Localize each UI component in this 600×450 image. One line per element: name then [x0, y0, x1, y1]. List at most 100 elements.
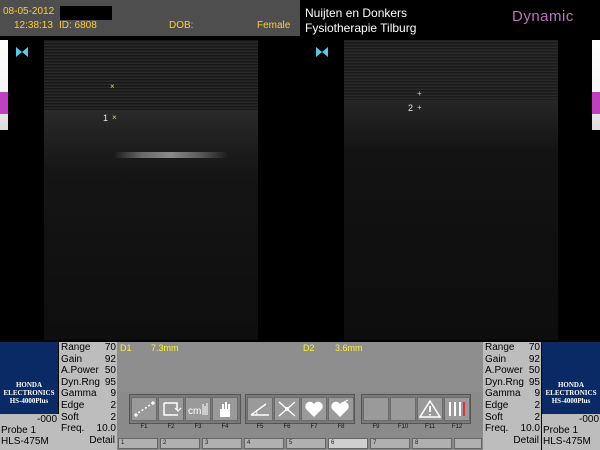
left-param-row: Gamma 9 [59, 388, 117, 400]
trace-area-button[interactable] [158, 397, 184, 421]
d1-value: 7.3mm [151, 343, 179, 353]
right-probe-model: HLS-475M [543, 436, 591, 447]
left-probe-offset: -000 [36, 414, 57, 425]
heart-measure-button[interactable] [301, 397, 327, 421]
left-ultrasound-image[interactable]: × 1 × [44, 40, 258, 340]
tab-1-label: 1 [121, 440, 125, 446]
tab-4[interactable]: 4 [244, 438, 284, 449]
left-param-name: Dyn.Rng [61, 376, 100, 388]
caliper-1-top[interactable]: × [110, 83, 115, 91]
right-greyscale-bar [592, 40, 600, 130]
cross-lines-icon [278, 401, 296, 417]
left-param-name: Edge [61, 399, 85, 411]
right-param-value: 9 [534, 388, 540, 400]
settings-tools-button[interactable] [444, 397, 470, 421]
brand-logo: Dynamic [512, 8, 574, 25]
hand-tool-button[interactable] [212, 397, 238, 421]
left-maker-line2: ELECTRONICS [3, 389, 55, 397]
left-model: HS-4000Plus [9, 397, 49, 405]
f10-label: F10 [397, 424, 409, 430]
right-param-name: Gamma [485, 388, 521, 400]
tab-5-label: 5 [289, 440, 293, 446]
left-param-value: 2 [110, 411, 116, 423]
tab-8[interactable]: 8 [412, 438, 452, 449]
tab-more[interactable] [454, 438, 482, 449]
tab-7[interactable]: 7 [370, 438, 410, 449]
tab-2-label: 2 [163, 440, 167, 446]
tab-3[interactable]: 3 [202, 438, 242, 449]
tools-icon [449, 402, 465, 416]
caliper-distance-button[interactable] [131, 397, 157, 421]
f11-label: F11 [425, 424, 435, 430]
left-params-panel: Range 70 Gain 92 A.Power 50 Dyn.Rng 95 Gamma 9 Edg… [59, 342, 117, 450]
tab-8-label: 8 [415, 440, 419, 446]
tab-6[interactable]: 6 [328, 438, 368, 449]
left-maker-line1: HONDA [15, 381, 43, 389]
cross-tool-button[interactable] [274, 397, 300, 421]
f6-label: F6 [283, 424, 291, 430]
patient-sex: Female [257, 20, 291, 31]
left-orientation-icon[interactable] [16, 44, 28, 62]
f10-button[interactable] [390, 397, 416, 421]
right-param-value: 2 [534, 411, 540, 423]
left-param-name: Gain [61, 353, 83, 365]
measure-cm-button[interactable]: cm [185, 397, 211, 421]
left-probe-info: -000 Probe 1 HLS-475M [0, 414, 59, 450]
angle-tool-button[interactable] [247, 397, 273, 421]
right-param-value: 95 [528, 376, 540, 388]
left-param-row: Freq. 10.0 [59, 423, 117, 435]
caliper-1-bottom[interactable]: × [112, 114, 117, 122]
right-param-row: Gain 92 [483, 354, 541, 366]
right-param-name: Dyn.Rng [485, 376, 524, 388]
right-param-row: A.Power 50 [483, 365, 541, 377]
right-param-row: Range 70 [483, 342, 541, 354]
left-param-name: Range [61, 342, 91, 353]
f9-button[interactable] [363, 397, 389, 421]
left-param-value: 9 [110, 388, 116, 400]
patient-name-redacted [60, 6, 112, 20]
clinic-name-line2: Fysiotherapie Tilburg [305, 21, 417, 35]
right-ultrasound-image[interactable]: + 2 + [344, 40, 558, 340]
left-mode: Detail [89, 434, 115, 446]
right-param-value: 92 [528, 353, 540, 365]
heart-calc-button[interactable] [328, 397, 354, 421]
right-param-row: Dyn.Rng 95 [483, 377, 541, 389]
left-param-name: Gamma [61, 388, 97, 400]
heart-icon [305, 401, 323, 417]
right-orientation-icon[interactable] [316, 44, 328, 62]
right-param-row: Freq. 10.0 [483, 423, 541, 435]
right-mode: Detail [513, 434, 539, 446]
right-probe-offset: -000 [578, 414, 599, 425]
hand-icon [220, 402, 230, 417]
tab-4-label: 4 [247, 440, 251, 446]
exam-date: 08-05-2012 [3, 6, 55, 17]
right-param-row: Edge 2 [483, 400, 541, 412]
right-param-value: 50 [528, 365, 540, 377]
d2-value: 3.6mm [335, 343, 363, 353]
left-param-name: Freq. [61, 423, 85, 435]
heart-calc-icon [331, 399, 349, 417]
caliper-2-bottom[interactable]: + [417, 104, 422, 112]
tab-6-label: 6 [331, 440, 335, 446]
left-color-marker [0, 92, 8, 114]
left-probe-model: HLS-475M [1, 436, 49, 447]
right-param-name: Edge [485, 399, 509, 411]
tab-1[interactable]: 1 [118, 438, 158, 449]
tab-2[interactable]: 2 [160, 438, 200, 449]
trace-area-icon [163, 402, 182, 416]
right-param-value: 10.0 [520, 423, 540, 435]
right-param-name: Range [485, 342, 515, 353]
patient-id: ID: 6808 [59, 20, 97, 31]
tab-7-label: 7 [373, 440, 377, 446]
right-probe-info: -000 Probe 1 HLS-475M [542, 414, 600, 450]
warning-button[interactable] [417, 397, 443, 421]
clinic-name-line1: Nuijten en Donkers [305, 6, 408, 20]
exam-time: 12:38:13 [14, 20, 53, 31]
right-param-value: 70 [528, 342, 540, 353]
left-param-value: 70 [104, 342, 116, 353]
caliper-2-top[interactable]: + [417, 90, 422, 98]
f4-label: F4 [221, 424, 229, 430]
measurement-panel: D1 7.3mm D2 3.6mm [117, 342, 483, 392]
tab-5[interactable]: 5 [286, 438, 326, 449]
right-maker-line1: HONDA [557, 381, 585, 389]
